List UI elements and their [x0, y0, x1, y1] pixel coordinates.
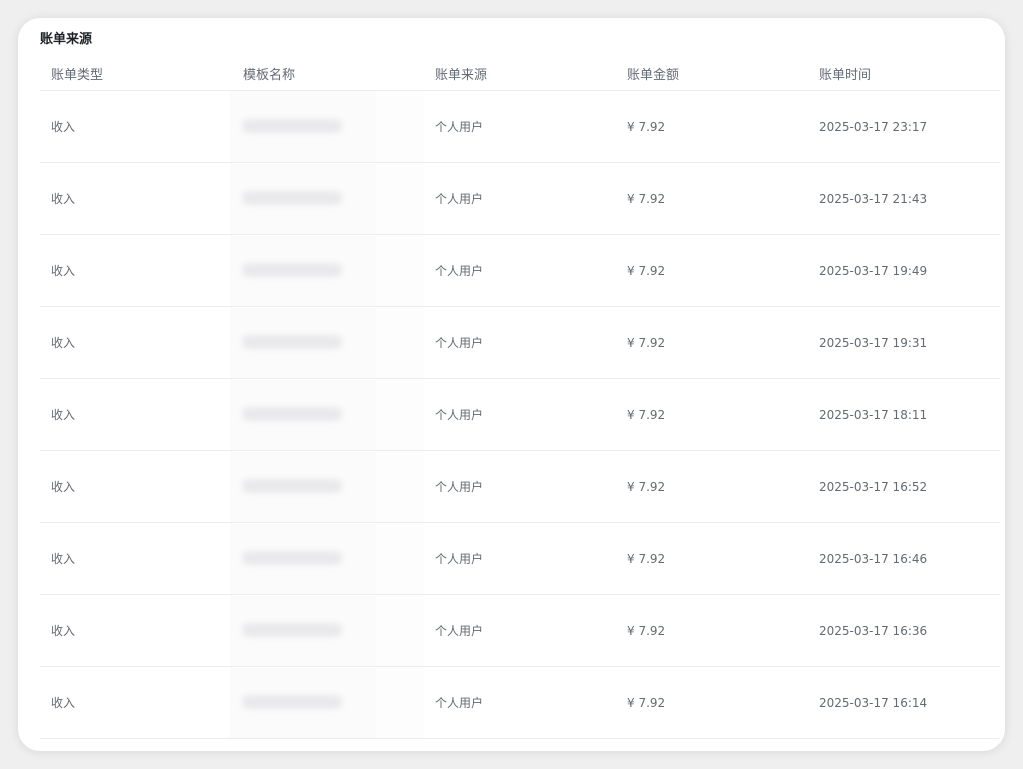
cell-template-name-redacted	[230, 379, 424, 450]
table-row: 收入 个人用户 ¥ 7.92 2025-03-17 16:46	[40, 523, 1000, 595]
cell-bill-time: 2025-03-17 16:46	[819, 551, 928, 566]
cell-bill-amount: ¥ 7.92	[627, 479, 666, 494]
cell-bill-type: 收入	[51, 623, 76, 638]
cell-bill-type: 收入	[51, 263, 76, 278]
table-row: 收入 个人用户 ¥ 7.92 2025-03-17 19:49	[40, 235, 1000, 307]
cell-template-name-redacted	[230, 451, 424, 522]
cell-bill-source: 个人用户	[435, 335, 484, 350]
cell-bill-type: 收入	[51, 191, 76, 206]
cell-template-name-redacted	[230, 235, 424, 306]
cell-bill-amount: ¥ 7.92	[627, 623, 666, 638]
column-header-bill-source: 账单来源	[435, 68, 488, 83]
cell-bill-type: 收入	[51, 479, 76, 494]
card-title: 账单来源	[40, 32, 93, 47]
cell-template-name-redacted	[230, 307, 424, 378]
column-header-template-name: 模板名称	[243, 68, 296, 83]
cell-bill-time: 2025-03-17 19:49	[819, 263, 928, 278]
bill-table: 账单类型 模板名称 账单来源 账单金额 账单时间 收入 个人用户 ¥ 7.92 202…	[40, 62, 1000, 739]
cell-bill-time: 2025-03-17 23:17	[819, 119, 928, 134]
table-row: 收入 个人用户 ¥ 7.92 2025-03-17 19:31	[40, 307, 1000, 379]
redacted-text-blur	[242, 191, 342, 205]
cell-bill-time: 2025-03-17 16:52	[819, 479, 928, 494]
cell-template-name-redacted	[230, 91, 424, 162]
redacted-text-blur	[242, 263, 342, 277]
cell-bill-amount: ¥ 7.92	[627, 191, 666, 206]
cell-bill-type: 收入	[51, 551, 76, 566]
redacted-text-blur	[242, 695, 342, 709]
table-row: 收入 个人用户 ¥ 7.92 2025-03-17 23:17	[40, 91, 1000, 163]
column-header-bill-type: 账单类型	[51, 68, 104, 83]
cell-bill-amount: ¥ 7.92	[627, 551, 666, 566]
cell-bill-time: 2025-03-17 18:11	[819, 407, 928, 422]
cell-bill-time: 2025-03-17 16:14	[819, 695, 928, 710]
cell-bill-type: 收入	[51, 335, 76, 350]
cell-bill-source: 个人用户	[435, 479, 484, 494]
cell-bill-source: 个人用户	[435, 551, 484, 566]
cell-template-name-redacted	[230, 163, 424, 234]
cell-bill-type: 收入	[51, 695, 76, 710]
table-row: 收入 个人用户 ¥ 7.92 2025-03-17 16:52	[40, 451, 1000, 523]
redacted-text-blur	[242, 623, 342, 637]
cell-bill-type: 收入	[51, 407, 76, 422]
cell-bill-time: 2025-03-17 19:31	[819, 335, 928, 350]
cell-bill-source: 个人用户	[435, 191, 484, 206]
table-row: 收入 个人用户 ¥ 7.92 2025-03-17 21:43	[40, 163, 1000, 235]
cell-bill-source: 个人用户	[435, 407, 484, 422]
cell-bill-source: 个人用户	[435, 263, 484, 278]
table-row: 收入 个人用户 ¥ 7.92 2025-03-17 18:11	[40, 379, 1000, 451]
redacted-text-blur	[242, 335, 342, 349]
cell-bill-amount: ¥ 7.92	[627, 407, 666, 422]
redacted-text-blur	[242, 479, 342, 493]
redacted-text-blur	[242, 119, 342, 133]
cell-bill-time: 2025-03-17 16:36	[819, 623, 928, 638]
column-header-bill-time: 账单时间	[819, 68, 872, 83]
table-row: 收入 个人用户 ¥ 7.92 2025-03-17 16:14	[40, 667, 1000, 739]
redacted-text-blur	[242, 551, 342, 565]
cell-bill-type: 收入	[51, 119, 76, 134]
table-row: 收入 个人用户 ¥ 7.92 2025-03-17 16:36	[40, 595, 1000, 667]
column-header-bill-amount: 账单金额	[627, 68, 680, 83]
redacted-text-blur	[242, 407, 342, 421]
bill-source-card: 账单来源 账单类型 模板名称 账单来源 账单金额 账单时间 收入 个人用户 ¥ 7.…	[18, 18, 1005, 751]
cell-template-name-redacted	[230, 595, 424, 666]
cell-bill-time: 2025-03-17 21:43	[819, 191, 928, 206]
cell-bill-amount: ¥ 7.92	[627, 335, 666, 350]
cell-bill-amount: ¥ 7.92	[627, 695, 666, 710]
cell-bill-amount: ¥ 7.92	[627, 263, 666, 278]
cell-bill-source: 个人用户	[435, 119, 484, 134]
cell-template-name-redacted	[230, 523, 424, 594]
cell-bill-source: 个人用户	[435, 623, 484, 638]
cell-bill-source: 个人用户	[435, 695, 484, 710]
table-header: 账单类型 模板名称 账单来源 账单金额 账单时间	[40, 62, 1000, 91]
table-body: 收入 个人用户 ¥ 7.92 2025-03-17 23:17 收入 个人用户 ¥ 7.92…	[40, 91, 1000, 739]
cell-template-name-redacted	[230, 667, 424, 738]
cell-bill-amount: ¥ 7.92	[627, 119, 666, 134]
